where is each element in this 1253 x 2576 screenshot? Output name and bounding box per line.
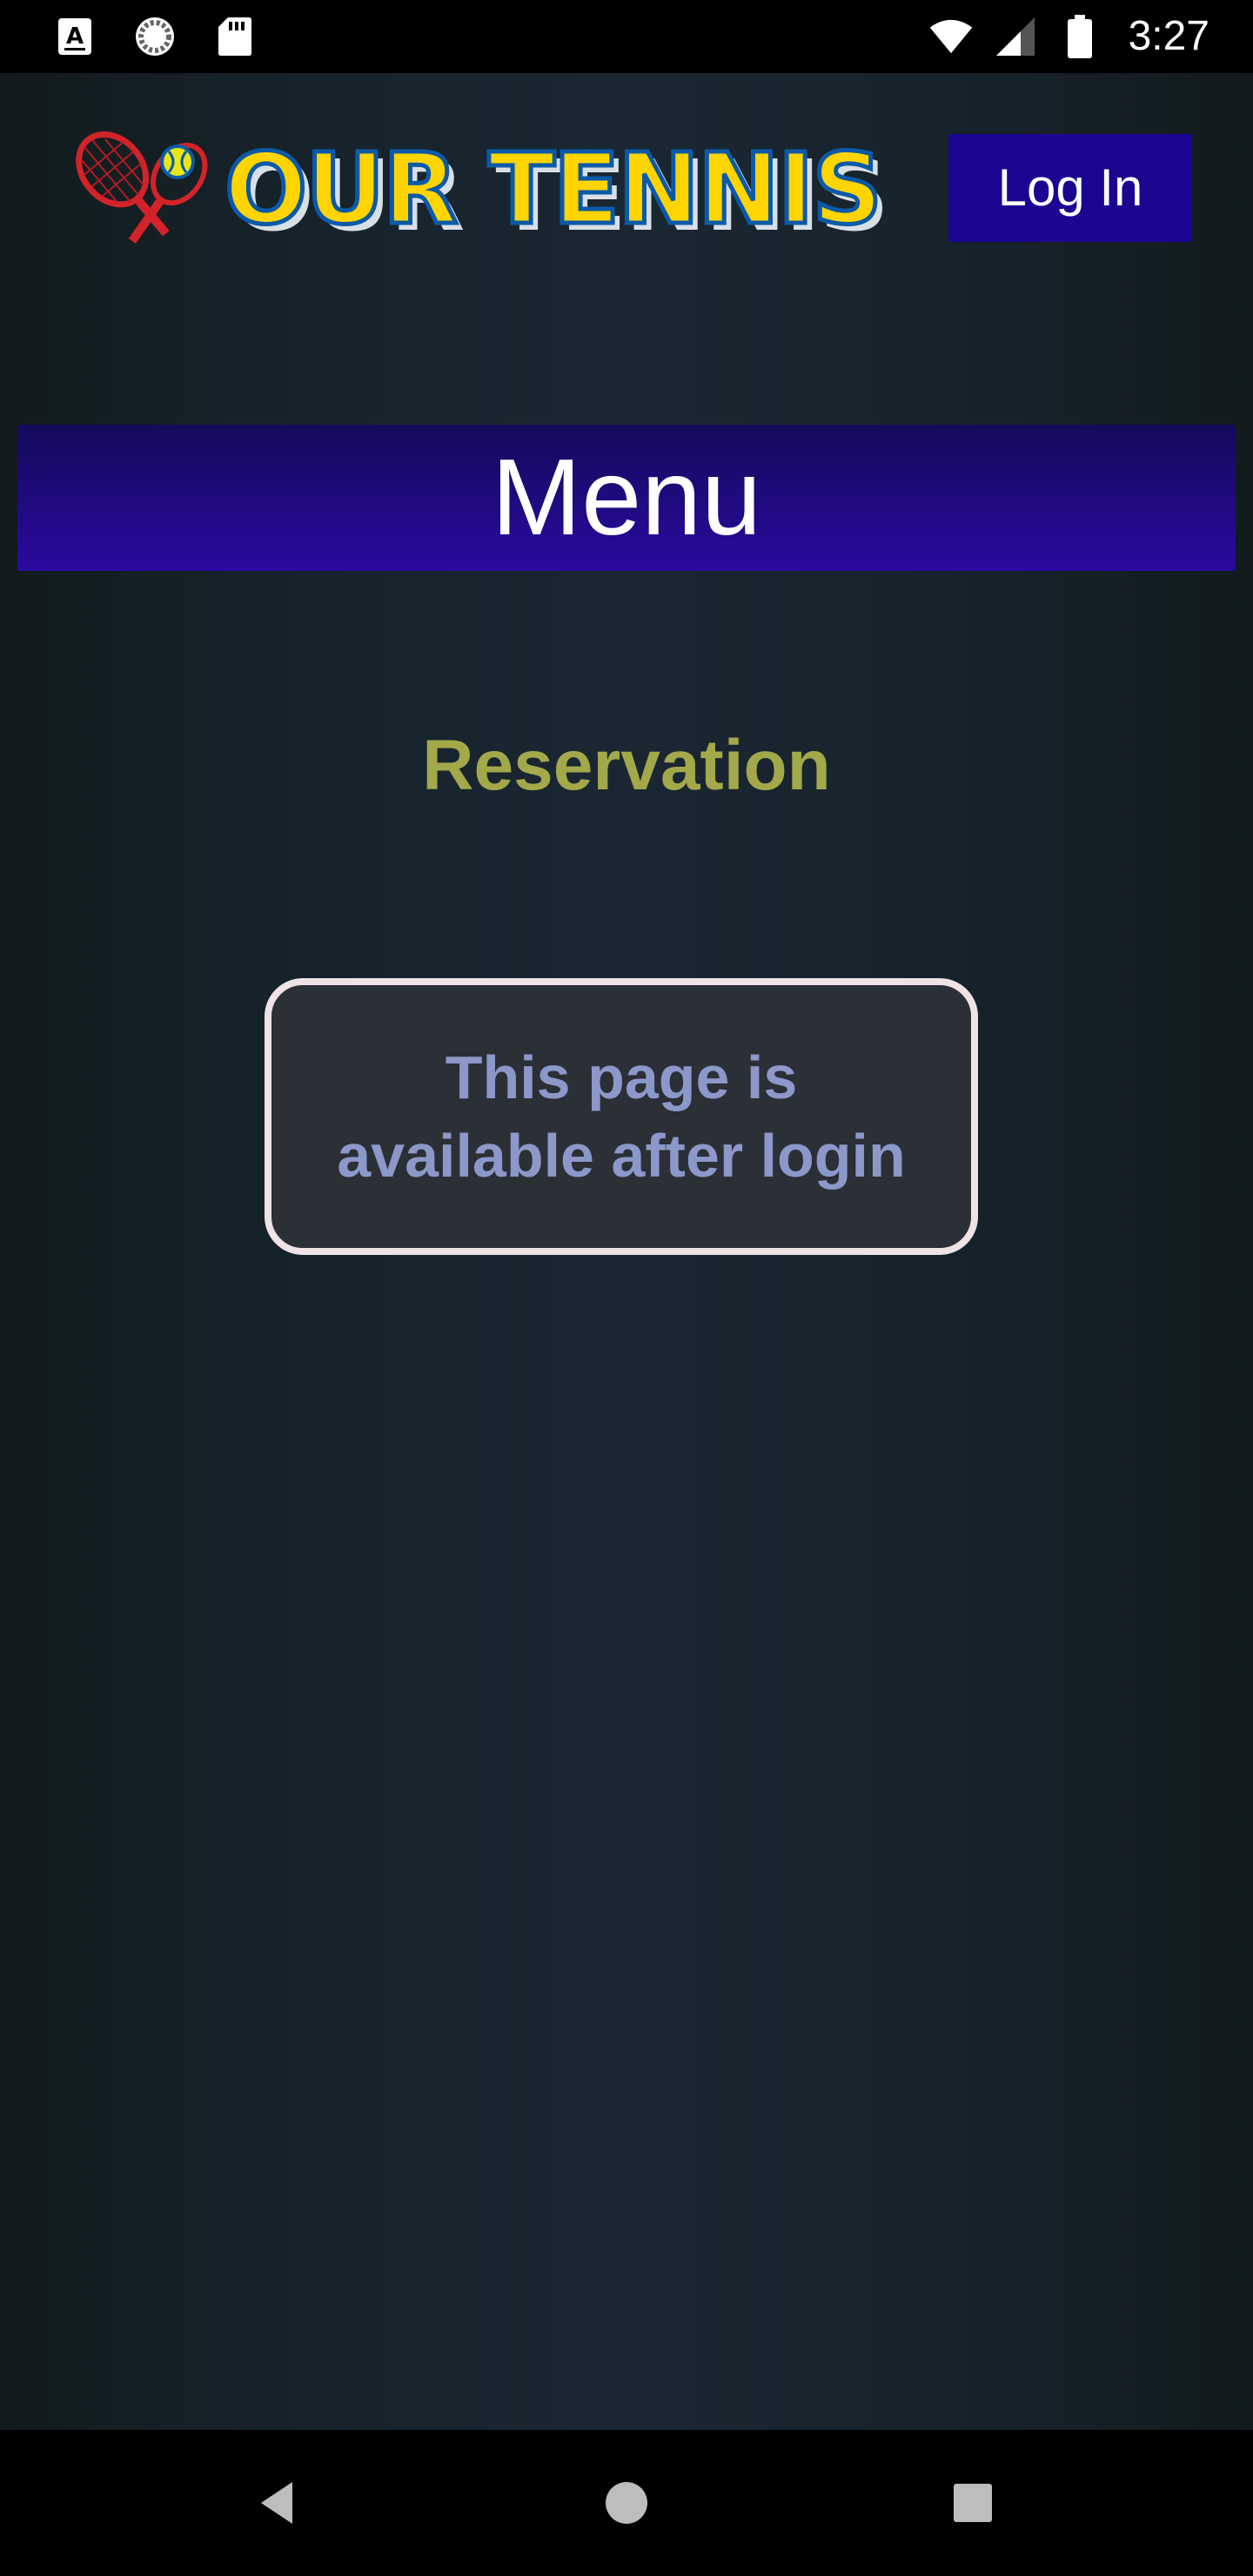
status-right-icons: 3:27 (928, 9, 1209, 64)
status-bar: A 3:27 (0, 0, 1253, 73)
our-tennis-logo[interactable]: OUR TENNIS (63, 131, 885, 261)
back-icon[interactable] (244, 2466, 317, 2539)
app-content: OUR TENNIS Log In Menu Reservation This … (0, 73, 1253, 2430)
login-required-notice: This page is available after login (265, 978, 978, 1255)
logo-wordmark: OUR TENNIS (222, 132, 884, 248)
clock-time: 3:27 (1128, 13, 1209, 59)
font-a-icon: A (52, 14, 97, 59)
screen: A 3:27 OUR TENNIS Log In Menu Reservatio… (0, 0, 1253, 2576)
signal-icon (993, 14, 1038, 59)
home-icon[interactable] (590, 2466, 663, 2539)
system-nav-bar (0, 2430, 1253, 2576)
login-button[interactable]: Log In (948, 134, 1192, 242)
status-left-icons: A (52, 14, 258, 59)
tennis-racket-icon (76, 131, 208, 244)
notice-line-1: This page is (445, 1043, 798, 1111)
reservation-heading: Reservation (422, 726, 831, 805)
svg-text:A: A (66, 23, 84, 50)
menu-banner[interactable]: Menu (17, 425, 1236, 571)
sync-spinner-icon (132, 14, 178, 59)
sd-card-icon (212, 14, 258, 59)
notice-line-2: available after login (337, 1122, 906, 1190)
wifi-icon (928, 14, 974, 59)
battery-icon (1057, 14, 1102, 59)
recents-icon[interactable] (936, 2466, 1009, 2539)
